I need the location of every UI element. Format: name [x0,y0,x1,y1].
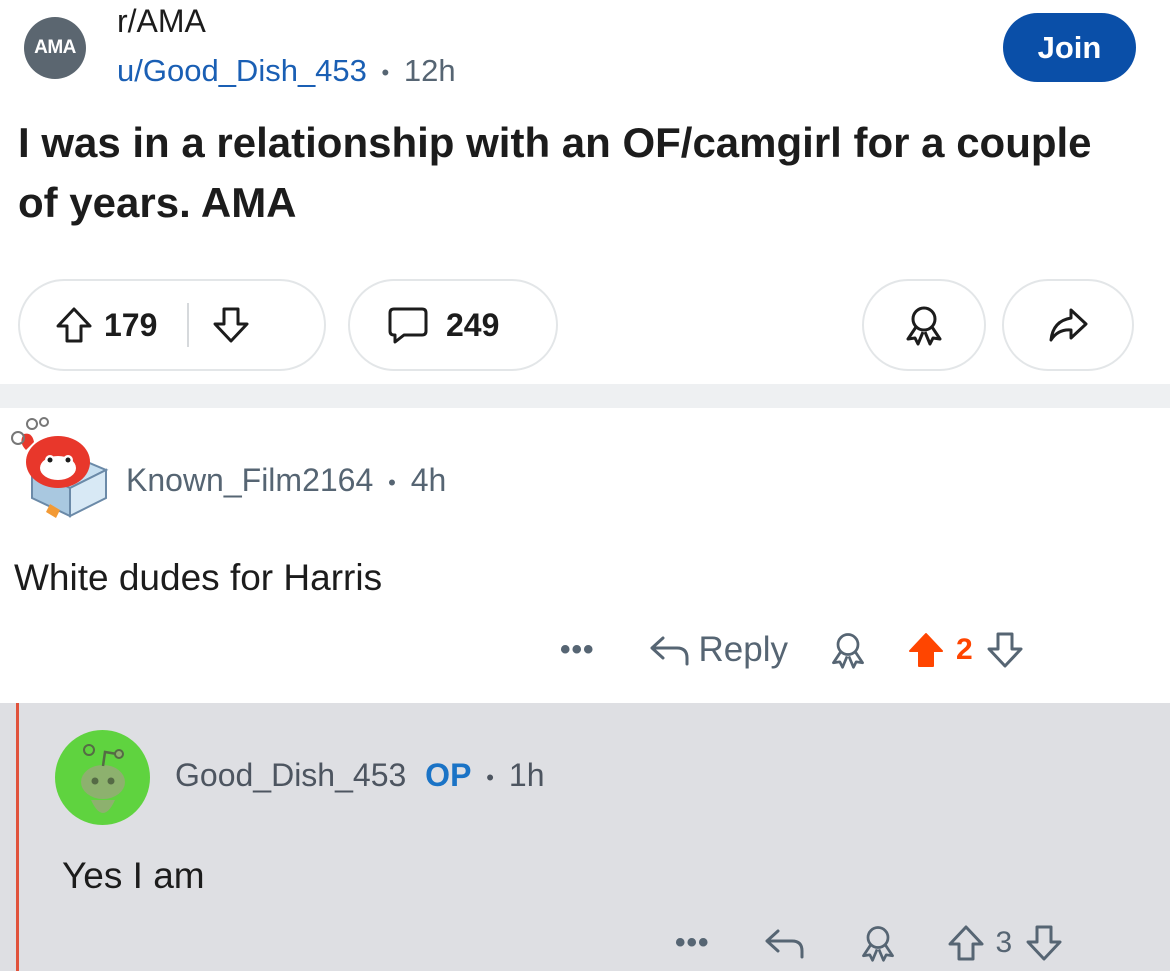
post-author[interactable]: u/Good_Dish_453 [117,53,367,88]
thread-line[interactable] [16,703,19,971]
commenter-avatar[interactable] [6,412,110,524]
comment-body: White dudes for Harris [14,557,383,598]
comments-button[interactable]: 249 [348,279,558,371]
award-button[interactable] [862,279,986,371]
downvote-icon[interactable] [1024,923,1064,963]
reply-button[interactable]: Reply [699,630,788,670]
comment-author[interactable]: Good_Dish_453 [175,757,406,793]
comment-score: 2 [956,633,973,666]
meta-separator: • [486,764,494,790]
downvote-icon[interactable] [985,630,1025,670]
comment-body: Yes I am [62,855,205,896]
comment-icon [386,304,430,346]
join-button[interactable]: Join [1003,13,1136,82]
comment-actions: ••• Reply 2 [560,620,1140,680]
comment-score: 3 [995,926,1013,959]
post-vote-bar: 179 [18,279,326,371]
post-meta: u/Good_Dish_453 • 12h [117,53,456,89]
upvote-icon[interactable] [54,305,94,345]
meta-separator: • [388,469,396,495]
comment-author[interactable]: Known_Film2164 [126,462,373,498]
comment-age: 4h [410,462,447,498]
share-icon [1046,305,1090,345]
comment-count: 249 [446,306,500,343]
post-score: 179 [104,306,158,343]
vote-divider [187,303,190,347]
upvote-icon[interactable] [906,630,946,670]
upvote-icon[interactable] [946,923,986,963]
subreddit-avatar[interactable]: AMA [24,17,86,79]
reply-icon[interactable] [762,925,806,961]
post-title[interactable]: I was in a relationship with an OF/camgi… [18,113,1138,233]
downvote-icon[interactable] [211,305,251,345]
award-icon[interactable] [828,630,868,670]
meta-separator: • [381,59,390,85]
subreddit-name[interactable]: r/AMA [117,3,206,40]
op-badge: OP [425,757,472,793]
section-divider [0,384,1170,408]
comment-meta: Good_Dish_453 OP • 1h [175,757,544,794]
comment-age: 1h [508,757,545,793]
comment-actions: ••• 3 [675,915,1145,971]
more-icon[interactable]: ••• [560,633,595,667]
award-icon [902,303,946,347]
award-icon[interactable] [858,923,898,963]
share-button[interactable] [1002,279,1134,371]
op-avatar[interactable] [55,730,150,825]
comment-meta: Known_Film2164 • 4h [126,462,446,499]
post-age: 12h [403,53,456,88]
more-icon[interactable]: ••• [675,926,710,960]
reply-icon[interactable] [647,632,691,668]
